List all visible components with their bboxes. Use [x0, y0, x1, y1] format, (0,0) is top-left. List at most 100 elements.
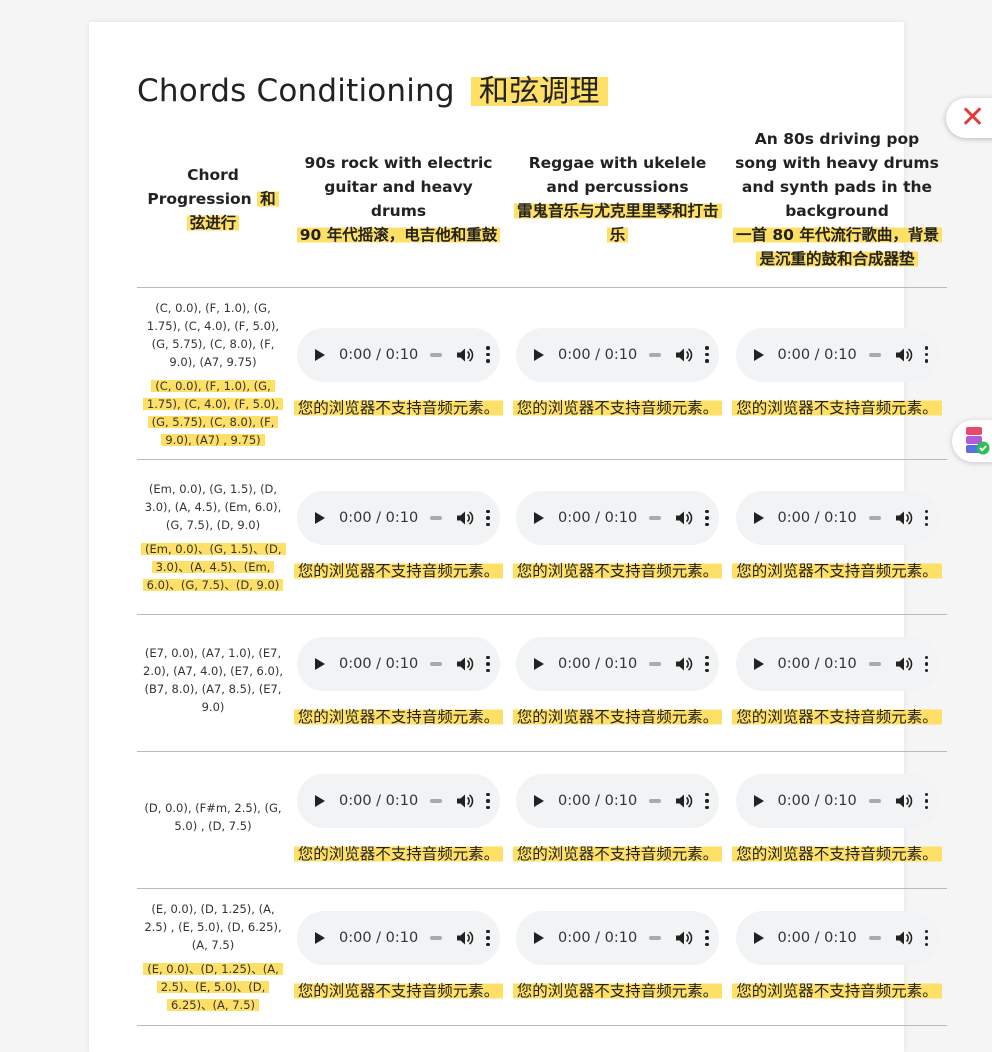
more-options-icon[interactable]: [486, 929, 490, 947]
volume-icon[interactable]: [456, 347, 474, 363]
audio-fallback-text: 您的浏览器不支持音频元素。: [512, 845, 723, 863]
more-options-icon[interactable]: [924, 792, 929, 810]
side-app-button[interactable]: [952, 420, 992, 462]
more-options-icon[interactable]: [486, 655, 490, 673]
play-icon[interactable]: [753, 348, 764, 361]
app-icon: [966, 427, 990, 455]
progress-bar[interactable]: [868, 352, 881, 357]
progress-bar[interactable]: [868, 799, 881, 803]
audio-player[interactable]: 0:00 / 0:10: [516, 491, 719, 545]
progress-bar[interactable]: [430, 799, 443, 803]
play-icon[interactable]: [753, 795, 764, 807]
table-header-row: Chord Progression 和弦进行 90s rock with ele…: [137, 120, 947, 288]
more-options-icon[interactable]: [486, 346, 490, 363]
volume-icon[interactable]: [895, 793, 913, 809]
audio-player[interactable]: 0:00 / 0:10: [516, 911, 719, 965]
progress-bar[interactable]: [868, 516, 881, 520]
more-options-icon[interactable]: [486, 792, 490, 810]
more-options-icon[interactable]: [705, 346, 709, 363]
play-icon[interactable]: [315, 932, 325, 944]
play-icon[interactable]: [315, 348, 325, 361]
progress-bar[interactable]: [430, 516, 443, 520]
volume-icon[interactable]: [895, 347, 913, 363]
progress-bar[interactable]: [868, 936, 881, 940]
audio-player[interactable]: 0:00 / 0:10: [297, 491, 500, 545]
more-options-icon[interactable]: [705, 792, 709, 810]
audio-player[interactable]: 0:00 / 0:10: [297, 774, 500, 828]
audio-player[interactable]: 0:00 / 0:10: [297, 637, 500, 691]
header-style-1-cn: 90 年代摇滚，电吉他和重鼓: [296, 226, 501, 244]
audio-player[interactable]: 0:00 / 0:10: [297, 327, 500, 382]
page-title: Chords Conditioning 和弦调理: [137, 66, 608, 110]
header-style-3: An 80s driving pop song with heavy drums…: [727, 120, 947, 288]
audio-fallback: 您的浏览器不支持音频元素。: [512, 979, 723, 1003]
play-icon[interactable]: [534, 512, 544, 524]
more-options-icon[interactable]: [705, 509, 709, 527]
volume-icon[interactable]: [456, 930, 474, 946]
volume-icon[interactable]: [675, 510, 693, 526]
play-icon[interactable]: [534, 795, 544, 807]
volume-icon[interactable]: [456, 656, 474, 672]
audio-player[interactable]: 0:00 / 0:10: [516, 637, 719, 691]
more-options-icon[interactable]: [924, 655, 929, 673]
progress-bar[interactable]: [649, 662, 662, 666]
progress-bar[interactable]: [649, 352, 662, 357]
audio-fallback-text: 您的浏览器不支持音频元素。: [512, 982, 723, 1000]
audio-cell: 0:00 / 0:10 您的浏览器不支持音频元素。: [289, 888, 508, 1026]
more-options-icon[interactable]: [705, 655, 709, 673]
volume-icon[interactable]: [895, 930, 913, 946]
audio-time: 0:00 / 0:10: [339, 793, 419, 809]
volume-icon[interactable]: [675, 656, 693, 672]
play-icon[interactable]: [534, 932, 544, 944]
audio-fallback-text: 您的浏览器不支持音频元素。: [293, 845, 504, 863]
audio-fallback: 您的浏览器不支持音频元素。: [293, 842, 504, 866]
more-options-icon[interactable]: [924, 346, 929, 363]
audio-fallback: 您的浏览器不支持音频元素。: [512, 842, 723, 866]
volume-icon[interactable]: [456, 510, 474, 526]
more-options-icon[interactable]: [705, 929, 709, 947]
more-options-icon[interactable]: [924, 509, 929, 527]
progression-cn: (Em, 0.0)、(G, 1.5)、(D, 3.0)、(A, 4.5)、(Em…: [141, 542, 286, 592]
audio-player[interactable]: 0:00 / 0:10: [516, 327, 719, 382]
audio-cell: 0:00 / 0:10 您的浏览器不支持音频元素。: [727, 287, 947, 460]
play-icon[interactable]: [534, 348, 544, 361]
header-style-3-cn: 一首 80 年代流行歌曲，背景是沉重的鼓和合成器垫: [733, 226, 942, 268]
play-icon[interactable]: [534, 658, 544, 670]
volume-icon[interactable]: [675, 793, 693, 809]
audio-player[interactable]: 0:00 / 0:10: [297, 911, 500, 965]
volume-icon[interactable]: [895, 510, 913, 526]
progress-bar[interactable]: [649, 516, 662, 520]
play-icon[interactable]: [753, 512, 764, 524]
play-icon[interactable]: [753, 932, 764, 944]
audio-fallback: 您的浏览器不支持音频元素。: [512, 559, 723, 583]
progress-bar[interactable]: [868, 662, 881, 666]
volume-icon[interactable]: [675, 930, 693, 946]
audio-time: 0:00 / 0:10: [558, 656, 638, 672]
volume-icon[interactable]: [895, 656, 913, 672]
play-icon[interactable]: [315, 658, 325, 670]
audio-player[interactable]: 0:00 / 0:10: [735, 774, 939, 828]
progress-bar[interactable]: [649, 936, 662, 940]
audio-player[interactable]: 0:00 / 0:10: [735, 911, 939, 965]
audio-player[interactable]: 0:00 / 0:10: [735, 637, 939, 691]
audio-fallback: 您的浏览器不支持音频元素。: [731, 705, 943, 729]
progress-bar[interactable]: [430, 352, 443, 357]
header-style-1-en: 90s rock with electric guitar and heavy …: [304, 154, 493, 220]
play-icon[interactable]: [315, 795, 325, 807]
play-icon[interactable]: [315, 512, 325, 524]
audio-player[interactable]: 0:00 / 0:10: [735, 327, 939, 382]
progress-bar[interactable]: [649, 799, 662, 803]
more-options-icon[interactable]: [486, 509, 490, 527]
more-options-icon[interactable]: [924, 929, 929, 947]
progress-bar[interactable]: [430, 936, 443, 940]
volume-icon[interactable]: [456, 793, 474, 809]
audio-player[interactable]: 0:00 / 0:10: [735, 491, 939, 545]
audio-player[interactable]: 0:00 / 0:10: [516, 774, 719, 828]
play-icon[interactable]: [753, 658, 764, 670]
progression-cn: (C, 0.0), (F, 1.0), (G, 1.75), (C, 4.0),…: [142, 378, 284, 447]
audio-time: 0:00 / 0:10: [339, 930, 419, 946]
progress-bar[interactable]: [430, 662, 443, 666]
side-close-button[interactable]: ✕: [946, 98, 992, 138]
table-row: (Em, 0.0), (G, 1.5), (D, 3.0), (A, 4.5),…: [137, 459, 947, 615]
volume-icon[interactable]: [675, 347, 693, 363]
